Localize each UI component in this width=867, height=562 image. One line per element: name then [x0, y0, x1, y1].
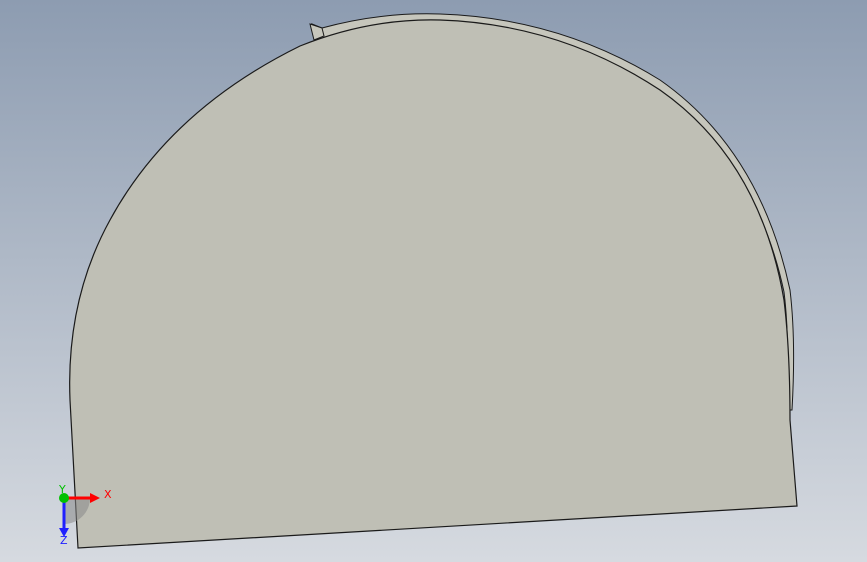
axis-triad: X Y Z: [44, 480, 124, 547]
3d-viewport[interactable]: X Y Z: [0, 0, 867, 562]
triad-shadow: [64, 498, 90, 524]
model-canvas[interactable]: [0, 0, 867, 562]
x-axis-label: X: [104, 488, 112, 501]
x-axis-head: [90, 493, 100, 503]
z-axis-label: Z: [60, 534, 68, 546]
y-axis-label: Y: [58, 483, 66, 496]
